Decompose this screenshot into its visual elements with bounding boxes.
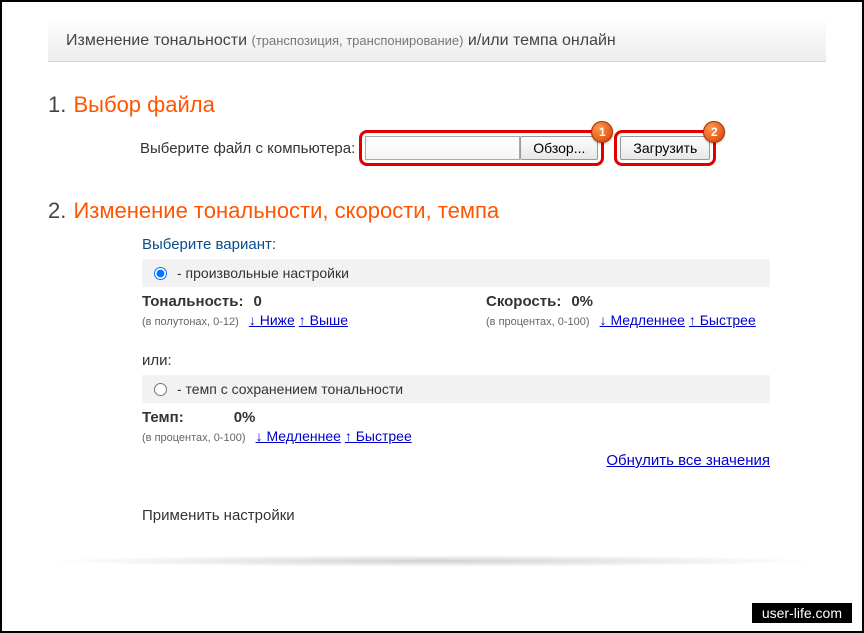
tempo-slower-link[interactable]: ↓ Медленнее — [256, 428, 341, 444]
choose-variant-label: Выберите вариант: — [142, 236, 826, 253]
step2-number: 2. — [48, 198, 66, 223]
apply-settings[interactable]: Применить настройки — [142, 507, 826, 524]
callout-badge-2: 2 — [703, 121, 725, 143]
option-tempo-row[interactable]: - темп с сохранением тональности — [142, 375, 770, 403]
tempo-sub: (в процентах, 0-100) — [142, 432, 246, 444]
reset-link[interactable]: Обнулить все значения — [606, 452, 770, 469]
title-prefix: Изменение тональности — [66, 32, 251, 50]
page-title: Изменение тональности (транспозиция, тра… — [48, 20, 826, 62]
option-tempo-radio[interactable] — [154, 383, 167, 396]
speed-sub: (в процентах, 0-100) — [486, 316, 590, 328]
choose-file-label: Выберите файл с компьютера: — [140, 140, 355, 157]
step1-heading: 1. Выбор файла — [48, 92, 826, 118]
file-picker-highlight: 1 Обзор... — [359, 130, 604, 166]
speed-name: Скорость: — [486, 293, 561, 310]
tonality-lower-link[interactable]: ↓ Ниже — [249, 312, 295, 328]
watermark: user-life.com — [752, 603, 852, 623]
step2-title: Изменение тональности, скорости, темпа — [73, 198, 499, 223]
speed-faster-link[interactable]: ↑ Быстрее — [689, 312, 756, 328]
title-suffix: и/или темпа онлайн — [463, 32, 615, 50]
tonality-name: Тональность: — [142, 293, 243, 310]
speed-slower-link[interactable]: ↓ Медленнее — [600, 312, 685, 328]
step1-number: 1. — [48, 92, 66, 117]
file-path-input[interactable] — [365, 136, 520, 160]
step1-title: Выбор файла — [73, 92, 214, 117]
tonality-value: 0 — [253, 293, 261, 310]
step2-heading: 2. Изменение тональности, скорости, темп… — [48, 198, 826, 224]
option-tempo-label: - темп с сохранением тональности — [177, 381, 403, 397]
tonality-higher-link[interactable]: ↑ Выше — [299, 312, 348, 328]
callout-badge-1: 1 — [591, 121, 613, 143]
option-free-row[interactable]: - произвольные настройки — [142, 259, 770, 287]
tempo-name: Темп: — [142, 409, 184, 426]
option-free-label: - произвольные настройки — [177, 265, 349, 281]
tempo-faster-link[interactable]: ↑ Быстрее — [345, 428, 412, 444]
drop-shadow — [42, 555, 822, 567]
upload-button[interactable]: Загрузить — [620, 136, 710, 160]
upload-highlight: 2 Загрузить — [614, 130, 716, 166]
speed-value: 0% — [571, 293, 593, 310]
tempo-value: 0% — [234, 409, 256, 426]
tonality-sub: (в полутонах, 0-12) — [142, 316, 239, 328]
browse-button[interactable]: Обзор... — [520, 136, 598, 160]
title-paren: (транспозиция, транспонирование) — [251, 33, 463, 48]
or-label: или: — [142, 352, 826, 369]
option-free-radio[interactable] — [154, 267, 167, 280]
